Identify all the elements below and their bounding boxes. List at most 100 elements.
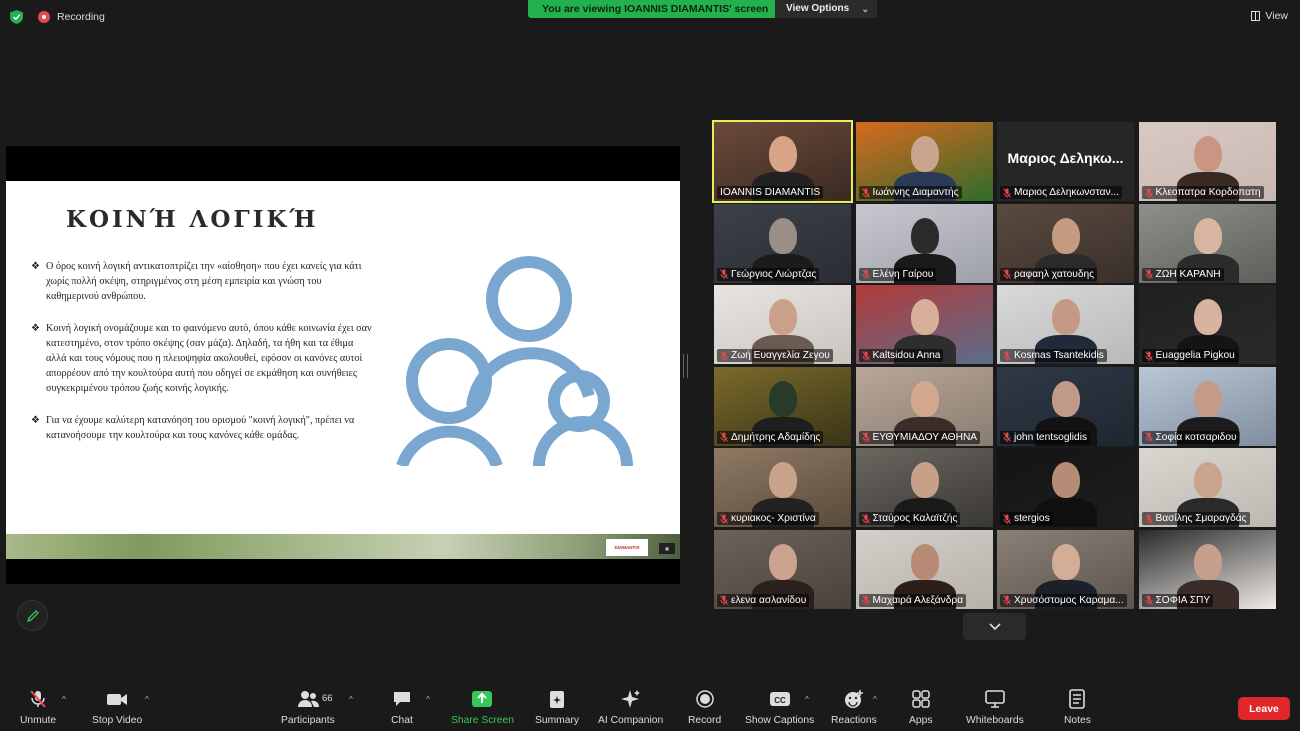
participant-name-label: ΖΩΗ ΚΑΡΑΝΗ: [1141, 267, 1224, 281]
shared-screen[interactable]: ΚΟΙΝΉ ΛΟΓΙΚΉ ❖ Ο όρος κοινή λογική αντικ…: [6, 146, 680, 584]
muted-mic-icon: [720, 595, 728, 605]
chevron-down-icon: [988, 622, 1001, 630]
participant-tile[interactable]: Βασίλης Σμαραγδάς: [1138, 448, 1276, 527]
share-screen-icon: [471, 689, 493, 709]
muted-mic-icon: [861, 513, 870, 524]
participant-tile[interactable]: Μαχαιρά Αλεξάνδρα: [855, 529, 993, 609]
view-options-button[interactable]: View Options ⌄: [775, 0, 877, 18]
participant-tile[interactable]: Μαριος Δεληκω... Μαριος Δεληκωνσταν...: [997, 122, 1134, 201]
participant-tile[interactable]: Σοφία κοτσαριδου: [1138, 366, 1276, 446]
participant-tile[interactable]: Χρυσόστομος Καραμα...: [997, 529, 1134, 609]
shield-icon[interactable]: [10, 10, 23, 24]
participant-name: Χρυσόστομος Καραμα...: [1014, 594, 1124, 606]
slide-bullet: ❖ Ο όρος κοινή λογική αντικατοπτρίζει τη…: [31, 259, 376, 304]
reactions-button[interactable]: Reactions: [831, 689, 877, 726]
show-captions-button[interactable]: CC Show Captions: [745, 689, 814, 726]
participant-tile[interactable]: Σταύρος Καλαϊτζής: [855, 448, 993, 527]
slide-bullet: ❖ Κοινή λογική ονομάζουμε και το φαινόμε…: [31, 321, 376, 396]
unmute-button[interactable]: Unmute: [20, 689, 56, 726]
participant-name-label: IOANNIS DIAMANTIS: [717, 186, 824, 199]
audio-options-caret[interactable]: ^: [62, 695, 66, 704]
diamantis-logo: DIAMANTIS: [606, 539, 648, 556]
participant-name: Σοφία κοτσαριδου: [1155, 431, 1237, 443]
participant-tile[interactable]: ΖΩΗ ΚΑΡΑΝΗ: [1138, 203, 1276, 283]
show-captions-label: Show Captions: [745, 715, 815, 726]
video-options-caret[interactable]: ^: [145, 695, 149, 704]
participant-tile[interactable]: Γεώργιος Λιώρτζας: [714, 203, 851, 283]
participant-tile[interactable]: Kosmas Tsantekidis: [997, 285, 1134, 364]
muted-mic-icon: [27, 689, 49, 709]
participant-name-label: Ιωάννης Διαμαντής: [858, 186, 962, 199]
participant-tile[interactable]: ραφαηλ χατουδης: [997, 203, 1134, 283]
participant-face: [769, 299, 797, 335]
participant-name: john tentsoglidis: [1014, 431, 1088, 443]
participant-name-label: ελενα ασλανίδου: [717, 593, 810, 607]
participant-tile[interactable]: stergios: [997, 448, 1134, 527]
participant-tile[interactable]: Ζωή Ευαγγελία Ζεγου: [714, 285, 851, 364]
summary-button[interactable]: Summary: [535, 689, 579, 726]
participant-tile[interactable]: IOANNIS DIAMANTIS: [712, 120, 853, 203]
whiteboards-button[interactable]: Whiteboards: [966, 689, 1024, 726]
participant-name-label: Χρυσόστομος Καραμα...: [1000, 593, 1127, 607]
participant-face: [1193, 462, 1222, 498]
split-resize-handle[interactable]: [683, 354, 688, 378]
leave-button[interactable]: Leave: [1238, 697, 1290, 720]
participant-name-label: Κλεοπατρα Κορδοπατη: [1141, 186, 1264, 199]
muted-mic-icon: [861, 595, 870, 605]
ai-companion-label: AI Companion: [598, 715, 664, 726]
participant-name: κυριακος- Χριστίνα: [731, 513, 816, 524]
record-button[interactable]: Record: [688, 689, 721, 726]
viewing-prefix: You are viewing: [542, 3, 625, 15]
notes-icon: [1066, 689, 1088, 709]
participant-tile[interactable]: ΕΥΘΥΜΙΑΔΟΥ ΑΘΗΝΑ: [855, 366, 993, 446]
muted-mic-icon: [1003, 187, 1011, 198]
share-screen-button[interactable]: Share Screen: [451, 689, 514, 726]
participants-options-caret[interactable]: ^: [349, 695, 353, 704]
view-options-label: View Options: [786, 3, 850, 14]
recording-icon: [38, 11, 50, 23]
ai-companion-button[interactable]: AI Companion: [598, 689, 663, 726]
participant-name-label: Βασίλης Σμαραγδάς: [1141, 512, 1250, 525]
bullet-text: Ο όρος κοινή λογική αντικατοπτρίζει την …: [45, 261, 362, 302]
apps-button[interactable]: Apps: [909, 689, 932, 726]
participant-tile[interactable]: ΣΟΦΙΑ ΣΠΥ: [1138, 529, 1276, 609]
view-button-label: View: [1265, 10, 1288, 22]
summary-icon: [546, 689, 568, 709]
participant-display-name: Μαριος Δεληκω...: [1007, 150, 1124, 166]
recording-indicator[interactable]: Recording: [38, 11, 105, 23]
participant-face: [910, 299, 939, 335]
participant-name: Γεώργιος Λιώρτζας: [731, 268, 817, 280]
participant-tile[interactable]: Κλεοπατρα Κορδοπατη: [1138, 122, 1276, 201]
participant-tile[interactable]: Ιωάννης Διαμαντής: [855, 122, 993, 201]
participant-tile[interactable]: κυριακος- Χριστίνα: [714, 448, 851, 527]
view-button[interactable]: View: [1251, 10, 1288, 22]
participant-face: [1052, 380, 1080, 417]
annotate-pen-button[interactable]: [17, 600, 48, 631]
participant-name-label: john tentsoglidis: [1000, 430, 1091, 444]
participant-name-label: Σταύρος Καλαϊτζής: [858, 512, 961, 525]
muted-mic-icon: [1144, 187, 1153, 198]
captions-options-caret[interactable]: ^: [805, 695, 809, 704]
bullet-glyph: ❖: [31, 323, 40, 334]
chat-options-caret[interactable]: ^: [426, 695, 430, 704]
chat-button[interactable]: Chat: [391, 689, 413, 726]
participant-tile[interactable]: Kaltsidou Anna: [855, 285, 993, 364]
bullet-text: Κοινή λογική ονομάζουμε και το φαινόμενο…: [45, 323, 372, 394]
participant-tile[interactable]: ελενα ασλανίδου: [714, 529, 851, 609]
participant-name: ΖΩΗ ΚΑΡΑΝΗ: [1155, 268, 1221, 280]
notes-button[interactable]: Notes: [1064, 689, 1091, 726]
participant-tile[interactable]: john tentsoglidis: [997, 366, 1134, 446]
participants-icon: [297, 689, 319, 709]
stop-video-button[interactable]: Stop Video: [92, 689, 142, 726]
gallery-next-page-button[interactable]: [963, 613, 1026, 640]
participant-tile[interactable]: Ελένη Γαίρου: [855, 203, 993, 283]
participant-tile[interactable]: Δημήτρης Αδαμίδης: [714, 366, 851, 446]
participant-face: [1193, 136, 1222, 172]
slide-title: ΚΟΙΝΉ ΛΟΓΙΚΉ: [66, 206, 319, 233]
participant-face: [910, 136, 939, 172]
participant-tile[interactable]: Euaggelia Pigkou: [1138, 285, 1276, 364]
muted-mic-icon: [861, 187, 870, 198]
reactions-smiley-icon: [843, 689, 865, 709]
layout-icon: [1251, 11, 1261, 21]
reactions-options-caret[interactable]: ^: [873, 695, 877, 704]
